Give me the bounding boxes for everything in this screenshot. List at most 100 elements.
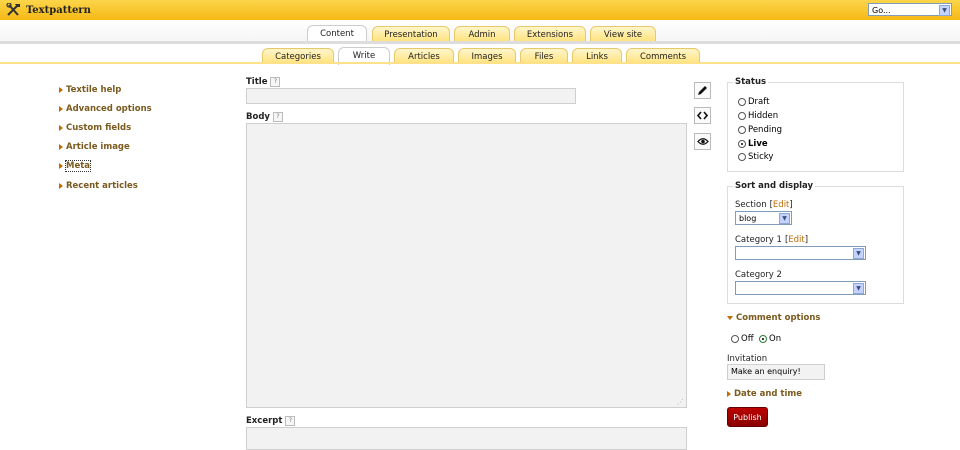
link-label: Date and time [734, 389, 803, 399]
input-value: Make an enquiry! [731, 367, 801, 376]
go-select[interactable]: Go... ▼ [868, 3, 952, 16]
tab-presentation[interactable]: Presentation [372, 26, 450, 42]
status-pending-radio[interactable]: Pending [738, 125, 782, 135]
comment-options-toggle[interactable]: Comment options [727, 313, 820, 323]
text-view-button[interactable] [694, 82, 711, 99]
link-label: Comment options [736, 313, 821, 323]
tab-label: Articles [408, 52, 440, 62]
radio-circle [738, 140, 746, 148]
link-label: Advanced options [66, 104, 152, 114]
category2-label: Category 2 [735, 270, 782, 280]
section-edit-link[interactable]: [Edit] [770, 200, 793, 210]
title-label: Title? [246, 77, 281, 87]
textile-help-link[interactable]: Textile help [59, 85, 121, 95]
status-hidden-radio[interactable]: Hidden [738, 111, 778, 121]
triangle-right-icon [59, 125, 63, 131]
article-image-link[interactable]: Article image [59, 142, 130, 152]
radio-label: On [769, 334, 782, 344]
tab-label: Images [471, 52, 503, 62]
tab-label: Extensions [526, 30, 574, 40]
tab-label: Presentation [384, 30, 438, 40]
tab-extensions[interactable]: Extensions [514, 26, 586, 42]
link-label: Custom fields [66, 123, 132, 133]
link-label: Meta [64, 160, 92, 172]
go-select-value: Go... [872, 6, 891, 15]
triangle-right-icon [59, 106, 63, 112]
title-input[interactable] [246, 88, 576, 104]
triangle-down-icon [727, 316, 733, 320]
chevron-down-icon: ▼ [779, 213, 790, 224]
top-bar [0, 0, 960, 21]
tab-label: Links [586, 52, 608, 62]
radio-circle [738, 112, 746, 120]
tools-icon [6, 3, 20, 16]
radio-label: Draft [748, 97, 770, 107]
brand[interactable]: Textpattern [6, 2, 91, 18]
tab-divider [0, 62, 960, 64]
tab-label: Files [534, 52, 554, 62]
help-icon[interactable]: ? [272, 112, 283, 122]
app-title: Textpattern [26, 4, 91, 16]
tab-label: Write [352, 51, 376, 61]
body-label: Body? [246, 112, 283, 122]
secondary-tab-bar: Categories Write Articles Images Files L… [0, 44, 960, 65]
triangle-right-icon [727, 391, 731, 397]
category1-select[interactable]: ▼ [735, 246, 866, 260]
sort-display-legend: Sort and display [733, 181, 816, 191]
category2-select[interactable]: ▼ [735, 281, 866, 295]
button-label: Publish [733, 413, 762, 422]
triangle-right-icon [59, 163, 63, 169]
resize-handle-icon[interactable]: ⋰ [677, 398, 684, 406]
triangle-right-icon [59, 183, 63, 189]
label-text: Category 1 [735, 235, 782, 245]
comments-on-radio[interactable]: On [759, 334, 781, 344]
excerpt-textarea[interactable] [246, 427, 687, 450]
advanced-options-link[interactable]: Advanced options [59, 104, 152, 114]
chevron-down-icon: ▼ [939, 5, 950, 16]
edit-link-label: Edit [772, 200, 790, 210]
link-label: Recent articles [66, 181, 138, 191]
radio-label: Hidden [748, 111, 779, 121]
label-text: Section [735, 200, 767, 210]
chevron-down-icon: ▼ [853, 283, 864, 294]
tab-label: Admin [468, 30, 496, 40]
section-select[interactable]: blog ▼ [735, 211, 792, 225]
eye-icon [696, 138, 709, 145]
category-edit-link[interactable]: [Edit] [785, 235, 808, 245]
radio-label: Off [741, 334, 754, 344]
tab-label: Categories [275, 52, 321, 62]
publish-button[interactable]: Publish [727, 407, 768, 427]
status-sticky-radio[interactable]: Sticky [738, 152, 773, 162]
select-value: blog [739, 214, 757, 223]
html-view-button[interactable] [694, 107, 711, 124]
body-textarea[interactable]: ⋰ [246, 123, 687, 408]
radio-circle [759, 335, 767, 343]
comments-off-radio[interactable]: Off [731, 334, 754, 344]
date-time-toggle[interactable]: Date and time [727, 389, 802, 399]
triangle-right-icon [59, 87, 63, 93]
status-draft-radio[interactable]: Draft [738, 97, 769, 107]
section-label: Section [Edit] [735, 200, 793, 210]
help-icon[interactable]: ? [270, 77, 281, 87]
recent-articles-link[interactable]: Recent articles [59, 181, 138, 191]
link-label: Textile help [66, 85, 122, 95]
invitation-input[interactable]: Make an enquiry! [727, 364, 825, 380]
edit-link-label: Edit [788, 235, 805, 245]
radio-label: Pending [748, 125, 782, 135]
help-icon[interactable]: ? [285, 416, 296, 426]
code-icon [697, 111, 708, 120]
meta-link[interactable]: Meta [59, 160, 92, 172]
excerpt-label: Excerpt? [246, 416, 296, 426]
tab-label: Content [320, 29, 354, 39]
radio-circle [738, 126, 746, 134]
status-legend: Status [733, 77, 769, 87]
tab-admin[interactable]: Admin [454, 26, 510, 42]
status-live-radio[interactable]: Live [738, 139, 768, 149]
radio-circle [738, 98, 746, 106]
preview-button[interactable] [694, 133, 711, 150]
custom-fields-link[interactable]: Custom fields [59, 123, 131, 133]
link-label: Article image [66, 142, 130, 152]
tab-view-site[interactable]: View site [590, 26, 656, 42]
label-text: Excerpt [246, 416, 283, 426]
tab-label: Comments [639, 52, 687, 62]
